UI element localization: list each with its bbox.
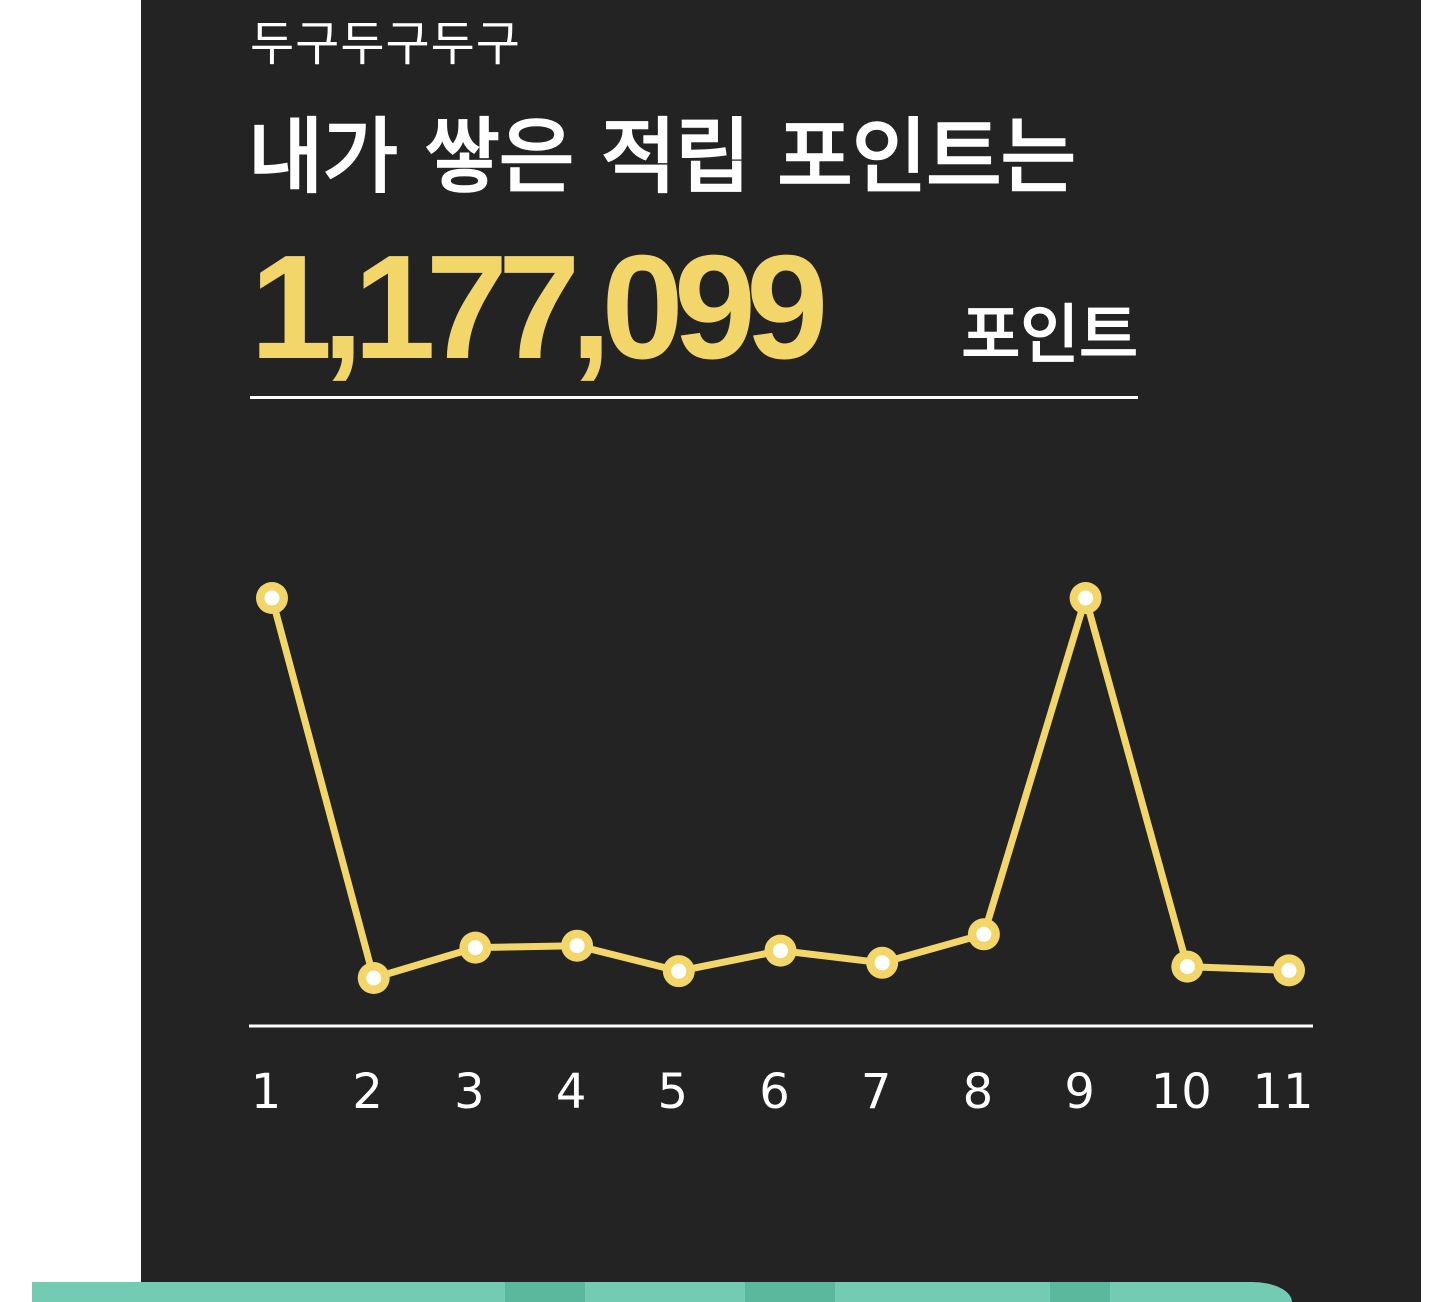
points-line-chart: 1 2 3 4 5 6 7 8 9 10 11: [249, 582, 1314, 1120]
data-point-center: [264, 590, 280, 606]
data-point-center: [773, 943, 788, 959]
x-tick-label: 3: [454, 1064, 485, 1120]
x-tick-label: 8: [963, 1064, 994, 1120]
x-tick-label: 5: [658, 1064, 689, 1120]
x-tick-label: 9: [1064, 1064, 1095, 1120]
footer-decoration-shade: [505, 1282, 585, 1302]
footer-decoration-shade: [1050, 1282, 1110, 1302]
x-tick-label: 10: [1151, 1064, 1212, 1120]
data-point-center: [366, 970, 382, 986]
x-tick-label: 11: [1252, 1064, 1313, 1120]
footer-decoration-shade: [745, 1282, 835, 1302]
x-tick-label: 6: [759, 1064, 790, 1120]
data-point-center: [874, 955, 890, 971]
data-point-center: [976, 926, 992, 942]
series-line: [268, 594, 1290, 982]
x-tick-label: 4: [556, 1064, 587, 1120]
data-point-center: [467, 940, 483, 956]
data-point-center: [1281, 962, 1297, 978]
x-tick-label: 7: [861, 1064, 892, 1120]
data-point-center: [569, 938, 585, 954]
data-point-center: [1179, 959, 1195, 975]
data-point-center: [1078, 590, 1094, 606]
x-tick-label: 1: [251, 1064, 282, 1120]
x-tick-label: 2: [352, 1064, 383, 1120]
data-point-center: [671, 963, 687, 979]
